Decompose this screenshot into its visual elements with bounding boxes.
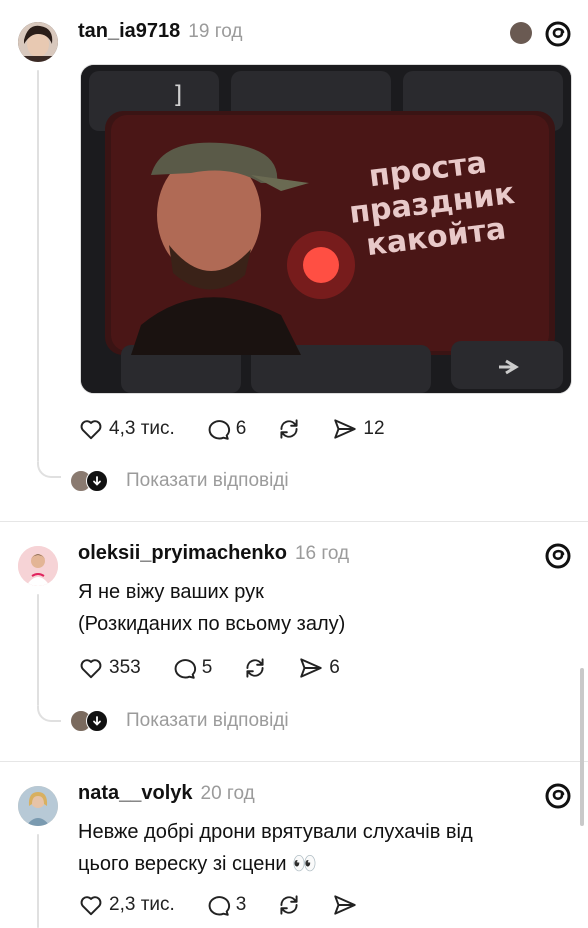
repost-icon [280, 419, 298, 439]
text-line: цього вереску зі сцени 👀 [78, 853, 318, 875]
avatar-photo [18, 22, 58, 62]
repost-button[interactable] [276, 416, 302, 442]
heart-icon [80, 896, 102, 916]
timestamp: 16 год [294, 543, 350, 564]
arrow-down-icon [93, 716, 101, 726]
show-replies-link[interactable]: Показати відповіді [126, 470, 289, 492]
thread-curve [37, 706, 61, 722]
reply-avatars [70, 710, 110, 732]
thread-line [37, 594, 39, 706]
post-2: oleksii_pryimachenko 16 год Я не віжу ва… [0, 522, 588, 760]
threads-logo-icon[interactable] [544, 20, 572, 48]
timestamp: 20 год [200, 783, 255, 804]
repost-button[interactable] [242, 655, 268, 681]
comment-bubble-icon [208, 896, 230, 916]
threads-logo-icon[interactable] [544, 542, 572, 570]
avatar[interactable] [18, 786, 58, 826]
share-button[interactable]: 6 [298, 655, 340, 681]
thread-curve [37, 462, 61, 478]
post-header: oleksii_pryimachenko 16 год [78, 542, 349, 572]
show-replies-link[interactable]: Показати відповіді [126, 710, 289, 732]
share-count: 12 [363, 418, 385, 439]
timestamp: 19 год [188, 21, 243, 42]
text-line: Невже добрі дрони врятували слухачів від [78, 821, 473, 843]
post-header: tan_ia9718 19 год [78, 20, 242, 50]
reply-avatar-arrow [86, 470, 108, 492]
post-actions: 2,3 тис. 3 [78, 890, 388, 920]
post-image[interactable]: ] проста праздник какойта [80, 64, 572, 394]
arrow-down-icon [93, 476, 101, 486]
liked-by-avatar [510, 22, 532, 44]
comment-button[interactable]: 6 [205, 416, 247, 442]
share-count: 6 [329, 657, 340, 678]
show-replies-row[interactable]: Показати відповіді [70, 468, 289, 494]
repost-button[interactable] [276, 892, 302, 918]
comment-bubble-icon [174, 659, 196, 679]
like-count: 4,3 тис. [109, 418, 175, 439]
post-text: Невже добрі дрони врятували слухачів від… [78, 816, 473, 880]
text-line: (Розкиданих по всьому залу) [78, 613, 346, 635]
avatar[interactable] [18, 546, 58, 586]
reply-avatar-arrow [86, 710, 108, 732]
thread-line [37, 834, 39, 928]
share-button[interactable]: 12 [332, 416, 385, 442]
comment-button[interactable]: 5 [171, 655, 213, 681]
repost-icon [280, 895, 298, 915]
post-text: Я не віжу ваших рук (Розкиданих по всьом… [78, 576, 345, 640]
avatar[interactable] [18, 22, 58, 62]
username[interactable]: nata__volyk [78, 782, 193, 805]
threads-logo-icon[interactable] [544, 782, 572, 810]
comment-count: 6 [235, 418, 247, 439]
comment-count: 5 [201, 657, 213, 678]
text-line: Я не віжу ваших рук [78, 581, 264, 603]
like-button[interactable]: 4,3 тис. [78, 416, 175, 442]
send-icon [300, 658, 323, 678]
post-actions: 353 5 6 [78, 653, 370, 683]
show-replies-row[interactable]: Показати відповіді [70, 708, 289, 734]
username[interactable]: oleksii_pryimachenko [78, 542, 287, 565]
thread-line [37, 70, 39, 462]
like-button[interactable]: 2,3 тис. [78, 892, 175, 918]
like-count: 2,3 тис. [109, 894, 175, 915]
repost-icon [246, 658, 264, 678]
username[interactable]: tan_ia9718 [78, 20, 180, 43]
send-icon [334, 895, 357, 915]
post-1: tan_ia9718 19 год ] проста праздник како… [0, 0, 588, 520]
post-actions: 4,3 тис. 6 12 [78, 414, 415, 444]
avatar-photo [18, 786, 58, 826]
post-3: nata__volyk 20 год Невже добрі дрони вря… [0, 762, 588, 928]
like-button[interactable]: 353 [78, 655, 141, 681]
send-icon [334, 419, 357, 439]
scrollbar[interactable] [580, 668, 584, 826]
avatar-photo [18, 546, 58, 586]
heart-icon [80, 659, 102, 679]
reply-avatars [70, 470, 110, 492]
svg-text:]: ] [173, 81, 182, 109]
post-header: nata__volyk 20 год [78, 782, 255, 812]
share-button[interactable] [332, 892, 358, 918]
comment-count: 3 [235, 894, 247, 915]
comment-bubble-icon [208, 420, 230, 440]
comment-button[interactable]: 3 [205, 892, 247, 918]
like-count: 353 [109, 657, 141, 678]
heart-icon [80, 420, 102, 440]
